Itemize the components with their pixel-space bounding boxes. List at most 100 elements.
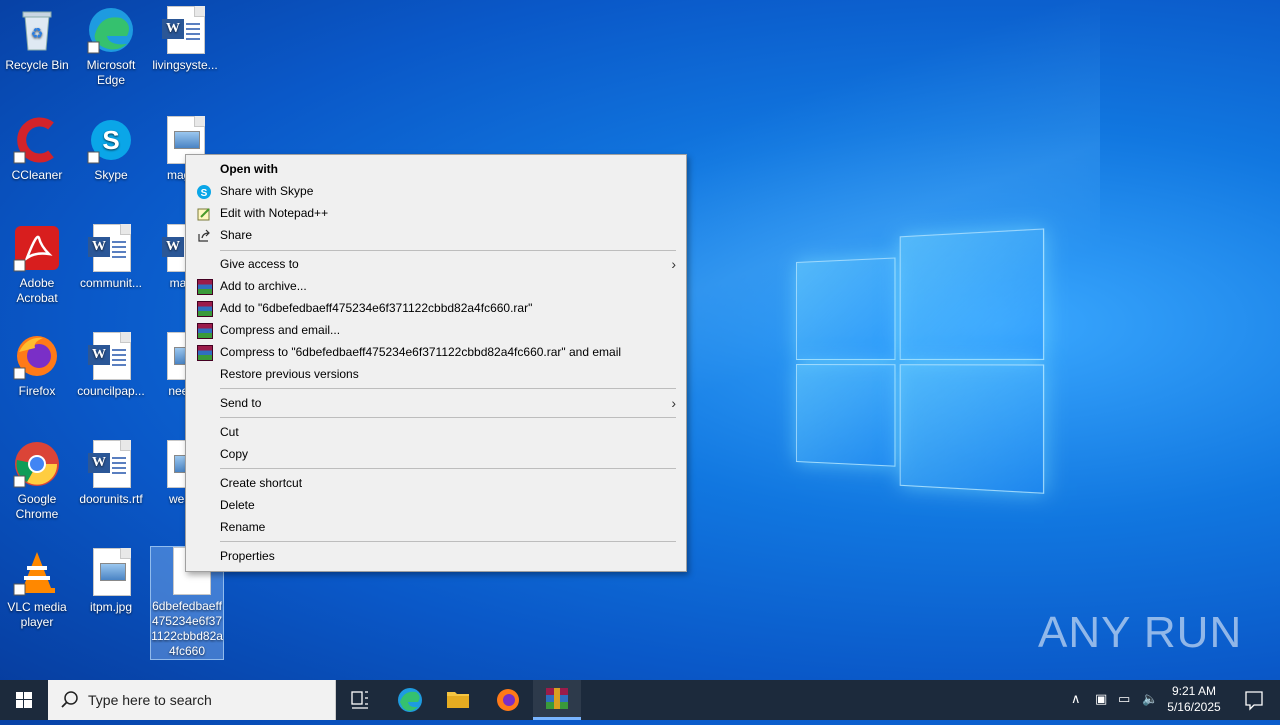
clock-date: 5/16/2025 — [1160, 699, 1228, 715]
menu-item-send-to[interactable]: Send to › — [186, 392, 686, 414]
desktop-icon-communit[interactable]: W communit... — [74, 224, 148, 291]
notepadpp-icon — [197, 206, 211, 220]
desktop-icon-doorunits[interactable]: W doorunits.rtf — [74, 440, 148, 507]
menu-item-cut[interactable]: Cut — [186, 421, 686, 443]
menu-separator — [220, 468, 676, 469]
chevron-right-icon: › — [671, 392, 676, 414]
desktop-icon-label: CCleaner — [0, 168, 74, 183]
anyrun-watermark: ANY RUN — [1038, 608, 1242, 658]
windows-logo-wallpaper — [796, 229, 1042, 492]
svg-text:♻: ♻ — [31, 25, 44, 41]
desktop-icon-skype[interactable]: S Skype — [74, 116, 148, 183]
menu-item-give-access[interactable]: Give access to › — [186, 253, 686, 275]
vlc-icon — [13, 548, 61, 596]
desktop-icon-vlc[interactable]: VLC media player — [0, 548, 74, 630]
acrobat-icon — [13, 224, 61, 272]
taskbar-search-box[interactable]: Type here to search — [48, 680, 336, 720]
desktop-icon-label: Google Chrome — [0, 492, 74, 522]
winrar-icon — [197, 323, 213, 339]
menu-item-share[interactable]: Share — [186, 224, 686, 246]
share-icon — [197, 228, 211, 242]
skype-icon: S — [197, 184, 211, 198]
desktop-icon-ccleaner[interactable]: CCleaner — [0, 116, 74, 183]
search-icon — [60, 690, 80, 710]
desktop-icon-label: itpm.jpg — [74, 600, 148, 615]
task-view-button[interactable] — [336, 680, 384, 720]
taskbar-edge[interactable] — [386, 680, 434, 720]
context-menu: Open with S Share with Skype Edit with N… — [185, 154, 687, 572]
menu-separator — [220, 250, 676, 251]
search-placeholder: Type here to search — [88, 692, 212, 708]
firefox-icon — [13, 332, 61, 380]
meet-now-icon[interactable]: ▣ — [1095, 691, 1107, 707]
menu-item-open-with[interactable]: Open with — [186, 158, 686, 180]
taskbar-file-explorer[interactable] — [434, 680, 482, 720]
svg-text:S: S — [201, 188, 208, 199]
menu-item-create-shortcut[interactable]: Create shortcut — [186, 472, 686, 494]
desktop-icon-label: doorunits.rtf — [74, 492, 148, 507]
chevron-right-icon: › — [671, 253, 676, 275]
start-button[interactable] — [0, 680, 48, 720]
firefox-icon — [484, 680, 532, 720]
menu-item-delete[interactable]: Delete — [186, 494, 686, 516]
desktop-icon-chrome[interactable]: Google Chrome — [0, 440, 74, 522]
desktop-icon-councilpap[interactable]: W councilpap... — [74, 332, 148, 399]
edge-icon — [87, 6, 135, 54]
desktop-icon-label: councilpap... — [74, 384, 148, 399]
chevron-up-icon[interactable]: ∧ — [1071, 691, 1081, 707]
desktop-icon-label: 6dbefedbaeff475234e6f371122cbbd82a4fc660 — [151, 599, 223, 659]
desktop-icon-label: communit... — [74, 276, 148, 291]
winrar-icon — [197, 345, 213, 361]
menu-separator — [220, 388, 676, 389]
network-icon[interactable]: ▭ — [1118, 691, 1130, 707]
ccleaner-icon — [13, 116, 61, 164]
folder-icon — [434, 680, 482, 720]
menu-item-restore-previous[interactable]: Restore previous versions — [186, 363, 686, 385]
menu-item-add-to-rar[interactable]: Add to "6dbefedbaeff475234e6f371122cbbd8… — [186, 297, 686, 319]
menu-item-share-with-skype[interactable]: S Share with Skype — [186, 180, 686, 202]
chrome-icon — [13, 440, 61, 488]
desktop-icon-label: Skype — [74, 168, 148, 183]
desktop-icon-label: Adobe Acrobat — [0, 276, 74, 306]
menu-item-compress-to-rar-email[interactable]: Compress to "6dbefedbaeff475234e6f371122… — [186, 341, 686, 363]
image-file-icon — [87, 548, 135, 596]
word-doc-icon: W — [87, 440, 135, 488]
taskbar-firefox[interactable] — [484, 680, 532, 720]
word-doc-icon: W — [161, 6, 209, 54]
recycle-bin-icon: ♻ — [13, 6, 61, 54]
taskbar: Type here to search ∧ ▣ ▭ 🔈 9:21 AM 5/16… — [0, 680, 1280, 720]
winrar-icon — [197, 301, 213, 317]
desktop-icon-label: livingsyste... — [148, 58, 222, 73]
menu-item-edit-notepadpp[interactable]: Edit with Notepad++ — [186, 202, 686, 224]
svg-text:S: S — [102, 125, 119, 155]
volume-icon[interactable]: 🔈 — [1142, 691, 1158, 707]
desktop-icon-label: Firefox — [0, 384, 74, 399]
windows-start-icon — [0, 680, 48, 720]
word-doc-icon: W — [87, 224, 135, 272]
menu-separator — [220, 541, 676, 542]
desktop-icon-edge[interactable]: Microsoft Edge — [74, 6, 148, 88]
desktop-icon-acrobat[interactable]: Adobe Acrobat — [0, 224, 74, 306]
edge-icon — [386, 680, 434, 720]
menu-item-rename[interactable]: Rename — [186, 516, 686, 538]
task-view-icon — [336, 680, 384, 720]
menu-item-copy[interactable]: Copy — [186, 443, 686, 465]
skype-icon: S — [87, 116, 135, 164]
desktop-icon-firefox[interactable]: Firefox — [0, 332, 74, 399]
notification-center-button[interactable] — [1232, 680, 1276, 720]
desktop-icon-itpm[interactable]: itpm.jpg — [74, 548, 148, 615]
clock-time: 9:21 AM — [1160, 683, 1228, 699]
menu-item-properties[interactable]: Properties — [186, 545, 686, 567]
desktop-icon-livingsyste[interactable]: W livingsyste... — [148, 6, 222, 73]
desktop-icon-label: Recycle Bin — [0, 58, 74, 73]
desktop-icon-label: VLC media player — [0, 600, 74, 630]
taskbar-winrar[interactable] — [533, 680, 581, 720]
desktop-icon-recycle-bin[interactable]: ♻ Recycle Bin — [0, 6, 74, 73]
taskbar-clock[interactable]: 9:21 AM 5/16/2025 — [1160, 683, 1228, 715]
word-doc-icon: W — [87, 332, 135, 380]
notification-icon — [1232, 680, 1276, 720]
menu-item-add-archive[interactable]: Add to archive... — [186, 275, 686, 297]
menu-separator — [220, 417, 676, 418]
menu-item-compress-email[interactable]: Compress and email... — [186, 319, 686, 341]
desktop-icon-label: Microsoft Edge — [74, 58, 148, 88]
